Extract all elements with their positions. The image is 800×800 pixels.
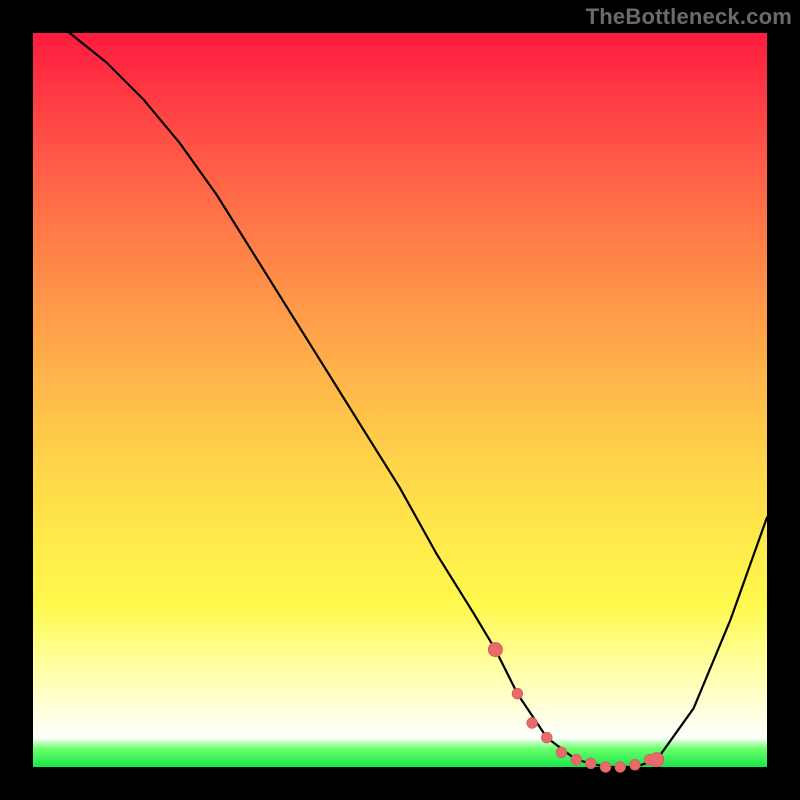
marker-point <box>527 718 537 728</box>
highlight-markers <box>488 643 664 773</box>
marker-point <box>542 732 552 742</box>
bottleneck-curve <box>70 33 767 767</box>
marker-point <box>556 747 566 757</box>
marker-point <box>630 760 640 770</box>
marker-point <box>600 762 610 772</box>
chart-frame: TheBottleneck.com <box>0 0 800 800</box>
marker-point <box>571 755 581 765</box>
marker-point <box>615 762 625 772</box>
marker-point <box>650 753 664 767</box>
chart-svg <box>33 33 767 767</box>
marker-point <box>512 688 522 698</box>
watermark-text: TheBottleneck.com <box>586 4 792 30</box>
marker-point <box>488 643 502 657</box>
marker-point <box>586 758 596 768</box>
plot-area <box>33 33 767 767</box>
